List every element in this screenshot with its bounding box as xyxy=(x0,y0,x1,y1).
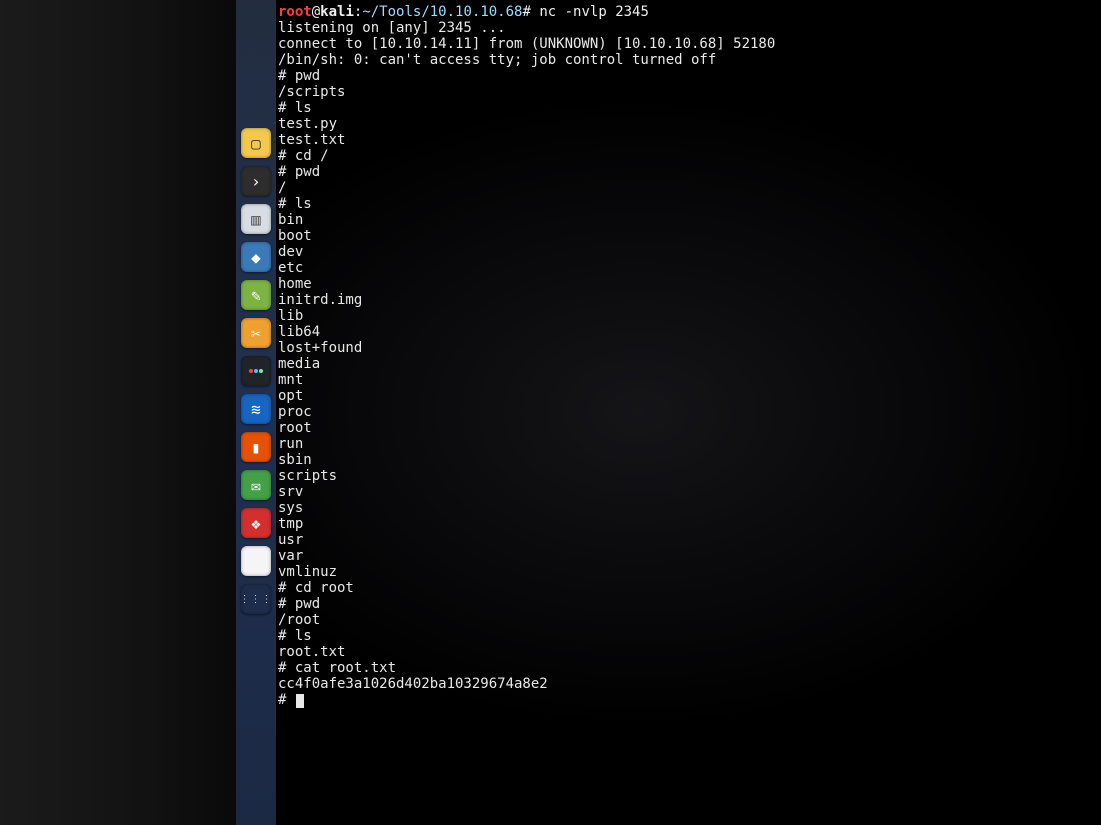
terminal-line: # cd root xyxy=(278,580,1099,596)
cursor-block-icon xyxy=(296,694,304,708)
terminal-line: /scripts xyxy=(278,84,1099,100)
terminal-line: root xyxy=(278,420,1099,436)
terminal-line: /root xyxy=(278,612,1099,628)
terminal-line: proc xyxy=(278,404,1099,420)
prompt-cwd: ~/Tools/10.10.10.68 xyxy=(362,4,522,20)
terminal-line: usr xyxy=(278,532,1099,548)
terminal-line: # pwd xyxy=(278,596,1099,612)
terminal-line: boot xyxy=(278,228,1099,244)
terminal-line: lib xyxy=(278,308,1099,324)
terminal-line: opt xyxy=(278,388,1099,404)
dock: ▢ › ▥ ◆ ✎ ✂ ≋ ▮ ✉ ❖ ⋮⋮⋮ xyxy=(236,0,276,825)
terminal-app-icon[interactable]: › xyxy=(241,166,271,196)
terminal-prompt-line: root@kali:~/Tools/10.10.10.68# nc -nvlp … xyxy=(278,4,1099,20)
terminal-line: test.txt xyxy=(278,132,1099,148)
terminal-line: test.py xyxy=(278,116,1099,132)
terminal-line: # pwd xyxy=(278,68,1099,84)
apps-grid-icon[interactable]: ⋮⋮⋮ xyxy=(241,584,271,614)
terminal-line: run xyxy=(278,436,1099,452)
monitor-bezel xyxy=(0,0,230,825)
terminal-line: etc xyxy=(278,260,1099,276)
terminal-line: var xyxy=(278,548,1099,564)
terminal-line: initrd.img xyxy=(278,292,1099,308)
terminal-line: connect to [10.10.14.11] from (UNKNOWN) … xyxy=(278,36,1099,52)
terminal-line: listening on [any] 2345 ... xyxy=(278,20,1099,36)
terminal-line: dev xyxy=(278,244,1099,260)
screenshot-app-icon[interactable]: ✂ xyxy=(241,318,271,348)
terminal-line: # cd / xyxy=(278,148,1099,164)
terminal-line: lost+found xyxy=(278,340,1099,356)
terminal-line: /bin/sh: 0: can't access tty; job contro… xyxy=(278,52,1099,68)
terminal-line: tmp xyxy=(278,516,1099,532)
terminal-line: bin xyxy=(278,212,1099,228)
prompt-user: root xyxy=(278,4,312,20)
terminal-window[interactable]: root@kali:~/Tools/10.10.10.68# nc -nvlp … xyxy=(276,0,1101,825)
terminal-line: # ls xyxy=(278,100,1099,116)
terminal-line: sys xyxy=(278,500,1099,516)
terminal-line: / xyxy=(278,180,1099,196)
network-app-icon[interactable]: ≋ xyxy=(241,394,271,424)
terminal-current-line[interactable]: # xyxy=(278,692,1099,708)
blank-app-icon[interactable] xyxy=(241,546,271,576)
prompt-cmd: nc -nvlp 2345 xyxy=(539,4,649,20)
terminal-line: sbin xyxy=(278,452,1099,468)
terminal-line: # pwd xyxy=(278,164,1099,180)
terminal-line: home xyxy=(278,276,1099,292)
text-editor-icon[interactable]: ✎ xyxy=(241,280,271,310)
terminal-line: vmlinuz xyxy=(278,564,1099,580)
prompt-host: kali xyxy=(320,4,354,20)
color-app-icon[interactable] xyxy=(241,356,271,386)
terminal-line: scripts xyxy=(278,468,1099,484)
terminal-line: root.txt xyxy=(278,644,1099,660)
prompt-at: @ xyxy=(312,4,320,20)
desktop-app-icon[interactable]: ❖ xyxy=(241,508,271,538)
terminal-line: srv xyxy=(278,484,1099,500)
security-app-icon[interactable]: ◆ xyxy=(241,242,271,272)
current-prompt: # xyxy=(278,692,295,708)
app-launcher-icon[interactable]: ▢ xyxy=(241,128,271,158)
files-app-icon[interactable]: ▥ xyxy=(241,204,271,234)
terminal-line: # cat root.txt xyxy=(278,660,1099,676)
terminal-line: mnt xyxy=(278,372,1099,388)
terminal-line: cc4f0afe3a1026d402ba10329674a8e2 xyxy=(278,676,1099,692)
terminal-line: # ls xyxy=(278,196,1099,212)
notes-app-icon[interactable]: ▮ xyxy=(241,432,271,462)
prompt-hash: # xyxy=(522,4,530,20)
chat-app-icon[interactable]: ✉ xyxy=(241,470,271,500)
terminal-line: lib64 xyxy=(278,324,1099,340)
terminal-line: # ls xyxy=(278,628,1099,644)
terminal-line: media xyxy=(278,356,1099,372)
terminal-output: listening on [any] 2345 ...connect to [1… xyxy=(278,20,1099,692)
